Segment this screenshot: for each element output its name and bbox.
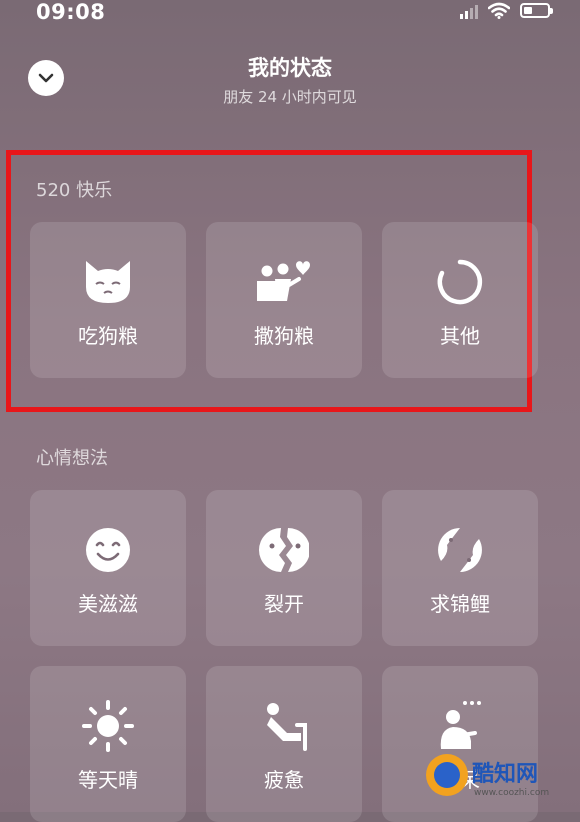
battery-icon <box>520 3 553 18</box>
status-card-label: 疲惫 <box>264 768 304 792</box>
daze-person-icon <box>440 701 481 749</box>
tired-person-icon <box>267 703 307 751</box>
couple-heart-icon <box>257 261 310 301</box>
page-subtitle: 朋友 24 小时内可见 <box>223 88 357 106</box>
watermark-name: 酷知网 <box>472 762 539 787</box>
status-card-label: 撒狗粮 <box>254 324 314 348</box>
cracked-face-icon <box>259 528 309 572</box>
signal-icon <box>460 3 478 19</box>
watermark-logo-icon <box>426 754 468 796</box>
status-card-wait-sunny[interactable]: 等天晴 <box>30 666 186 822</box>
status-card-koi[interactable]: 求锦鲤 <box>382 490 538 646</box>
page-title: 我的状态 <box>248 56 332 80</box>
status-card-happy[interactable]: 美滋滋 <box>30 490 186 646</box>
status-icons <box>460 2 553 19</box>
status-card-label: 其他 <box>440 324 480 348</box>
wifi-icon <box>488 2 510 19</box>
status-card-label: 裂开 <box>264 592 304 616</box>
status-bar: 09:08 <box>0 0 580 28</box>
cat-face-icon <box>86 261 130 303</box>
loading-ring-icon <box>437 259 483 305</box>
section-label-mood: 心情想法 <box>36 448 108 469</box>
smile-face-icon <box>86 528 130 572</box>
status-card-eat-dog-food[interactable]: 吃狗粮 <box>30 222 186 378</box>
status-card-cracked[interactable]: 裂开 <box>206 490 362 646</box>
watermark-url: www.coozhi.com <box>474 788 550 798</box>
koi-fish-icon <box>438 528 482 572</box>
status-card-tired[interactable]: 疲惫 <box>206 666 362 822</box>
status-card-other[interactable]: 其他 <box>382 222 538 378</box>
status-card-share-dog-food[interactable]: 撒狗粮 <box>206 222 362 378</box>
status-card-label: 等天晴 <box>78 768 138 792</box>
status-time: 09:08 <box>36 0 106 24</box>
section-label-520: 520 快乐 <box>36 180 113 201</box>
status-card-label: 美滋滋 <box>78 592 138 616</box>
watermark: 酷知网 www.coozhi.com <box>418 750 578 812</box>
status-card-label: 求锦鲤 <box>430 592 490 616</box>
sun-icon <box>82 700 134 752</box>
status-card-label: 吃狗粮 <box>78 324 138 348</box>
